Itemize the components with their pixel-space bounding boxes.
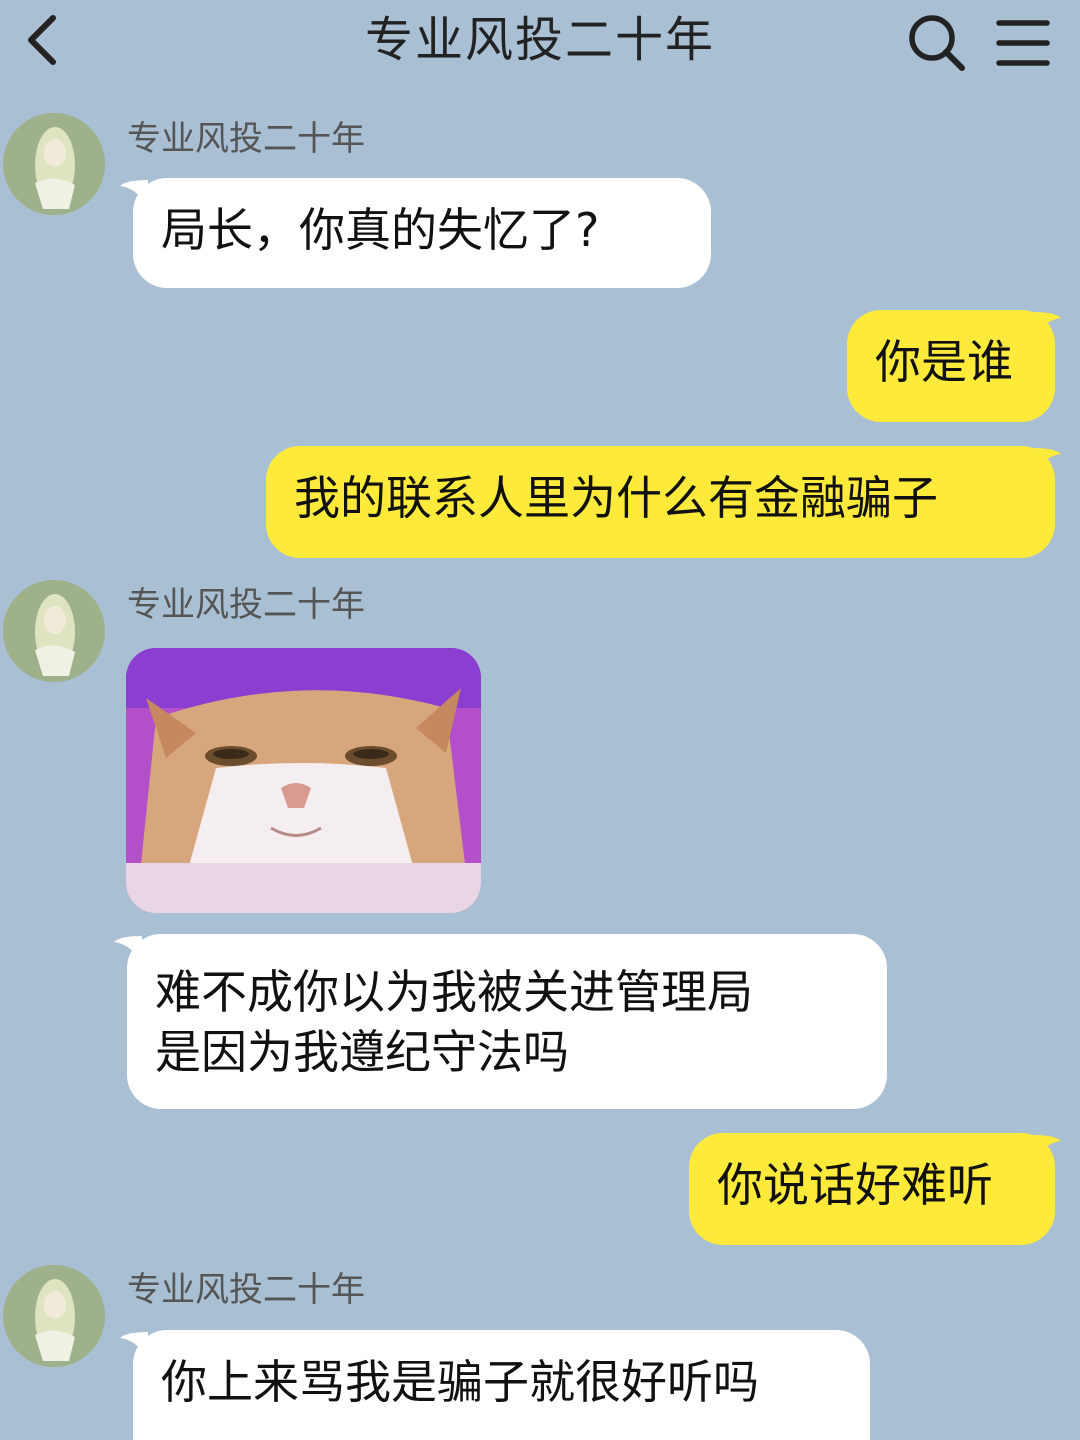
message-bubble[interactable]: 你上来骂我是骗子就很好听吗: [133, 1330, 870, 1440]
sender-name: 专业风投二十年: [127, 1270, 365, 1310]
cat-sticker[interactable]: [126, 648, 481, 913]
avatar-illustration: [3, 1265, 105, 1367]
message-bubble[interactable]: 我的联系人里为什么有金融骗子: [266, 446, 1055, 558]
search-button[interactable]: [902, 10, 972, 76]
message-bubble[interactable]: 难不成你以为我被关进管理局 是因为我遵纪守法吗: [127, 934, 887, 1109]
menu-button[interactable]: [988, 10, 1058, 76]
menu-icon: [996, 20, 1050, 66]
search-icon: [909, 15, 965, 71]
avatar[interactable]: [3, 113, 105, 215]
sender-name: 专业风投二十年: [127, 585, 365, 625]
top-bar: 专业风投二十年: [0, 0, 1080, 90]
avatar-illustration: [3, 113, 105, 215]
message-bubble[interactable]: 局长，你真的失忆了?: [133, 178, 711, 288]
message-bubble[interactable]: 你是谁: [847, 310, 1055, 422]
avatar[interactable]: [3, 580, 105, 682]
avatar[interactable]: [3, 1265, 105, 1367]
message-bubble[interactable]: 你说话好难听: [689, 1133, 1055, 1245]
avatar-illustration: [3, 580, 105, 682]
sender-name: 专业风投二十年: [127, 119, 365, 159]
cat-sticker-image: [126, 648, 481, 913]
